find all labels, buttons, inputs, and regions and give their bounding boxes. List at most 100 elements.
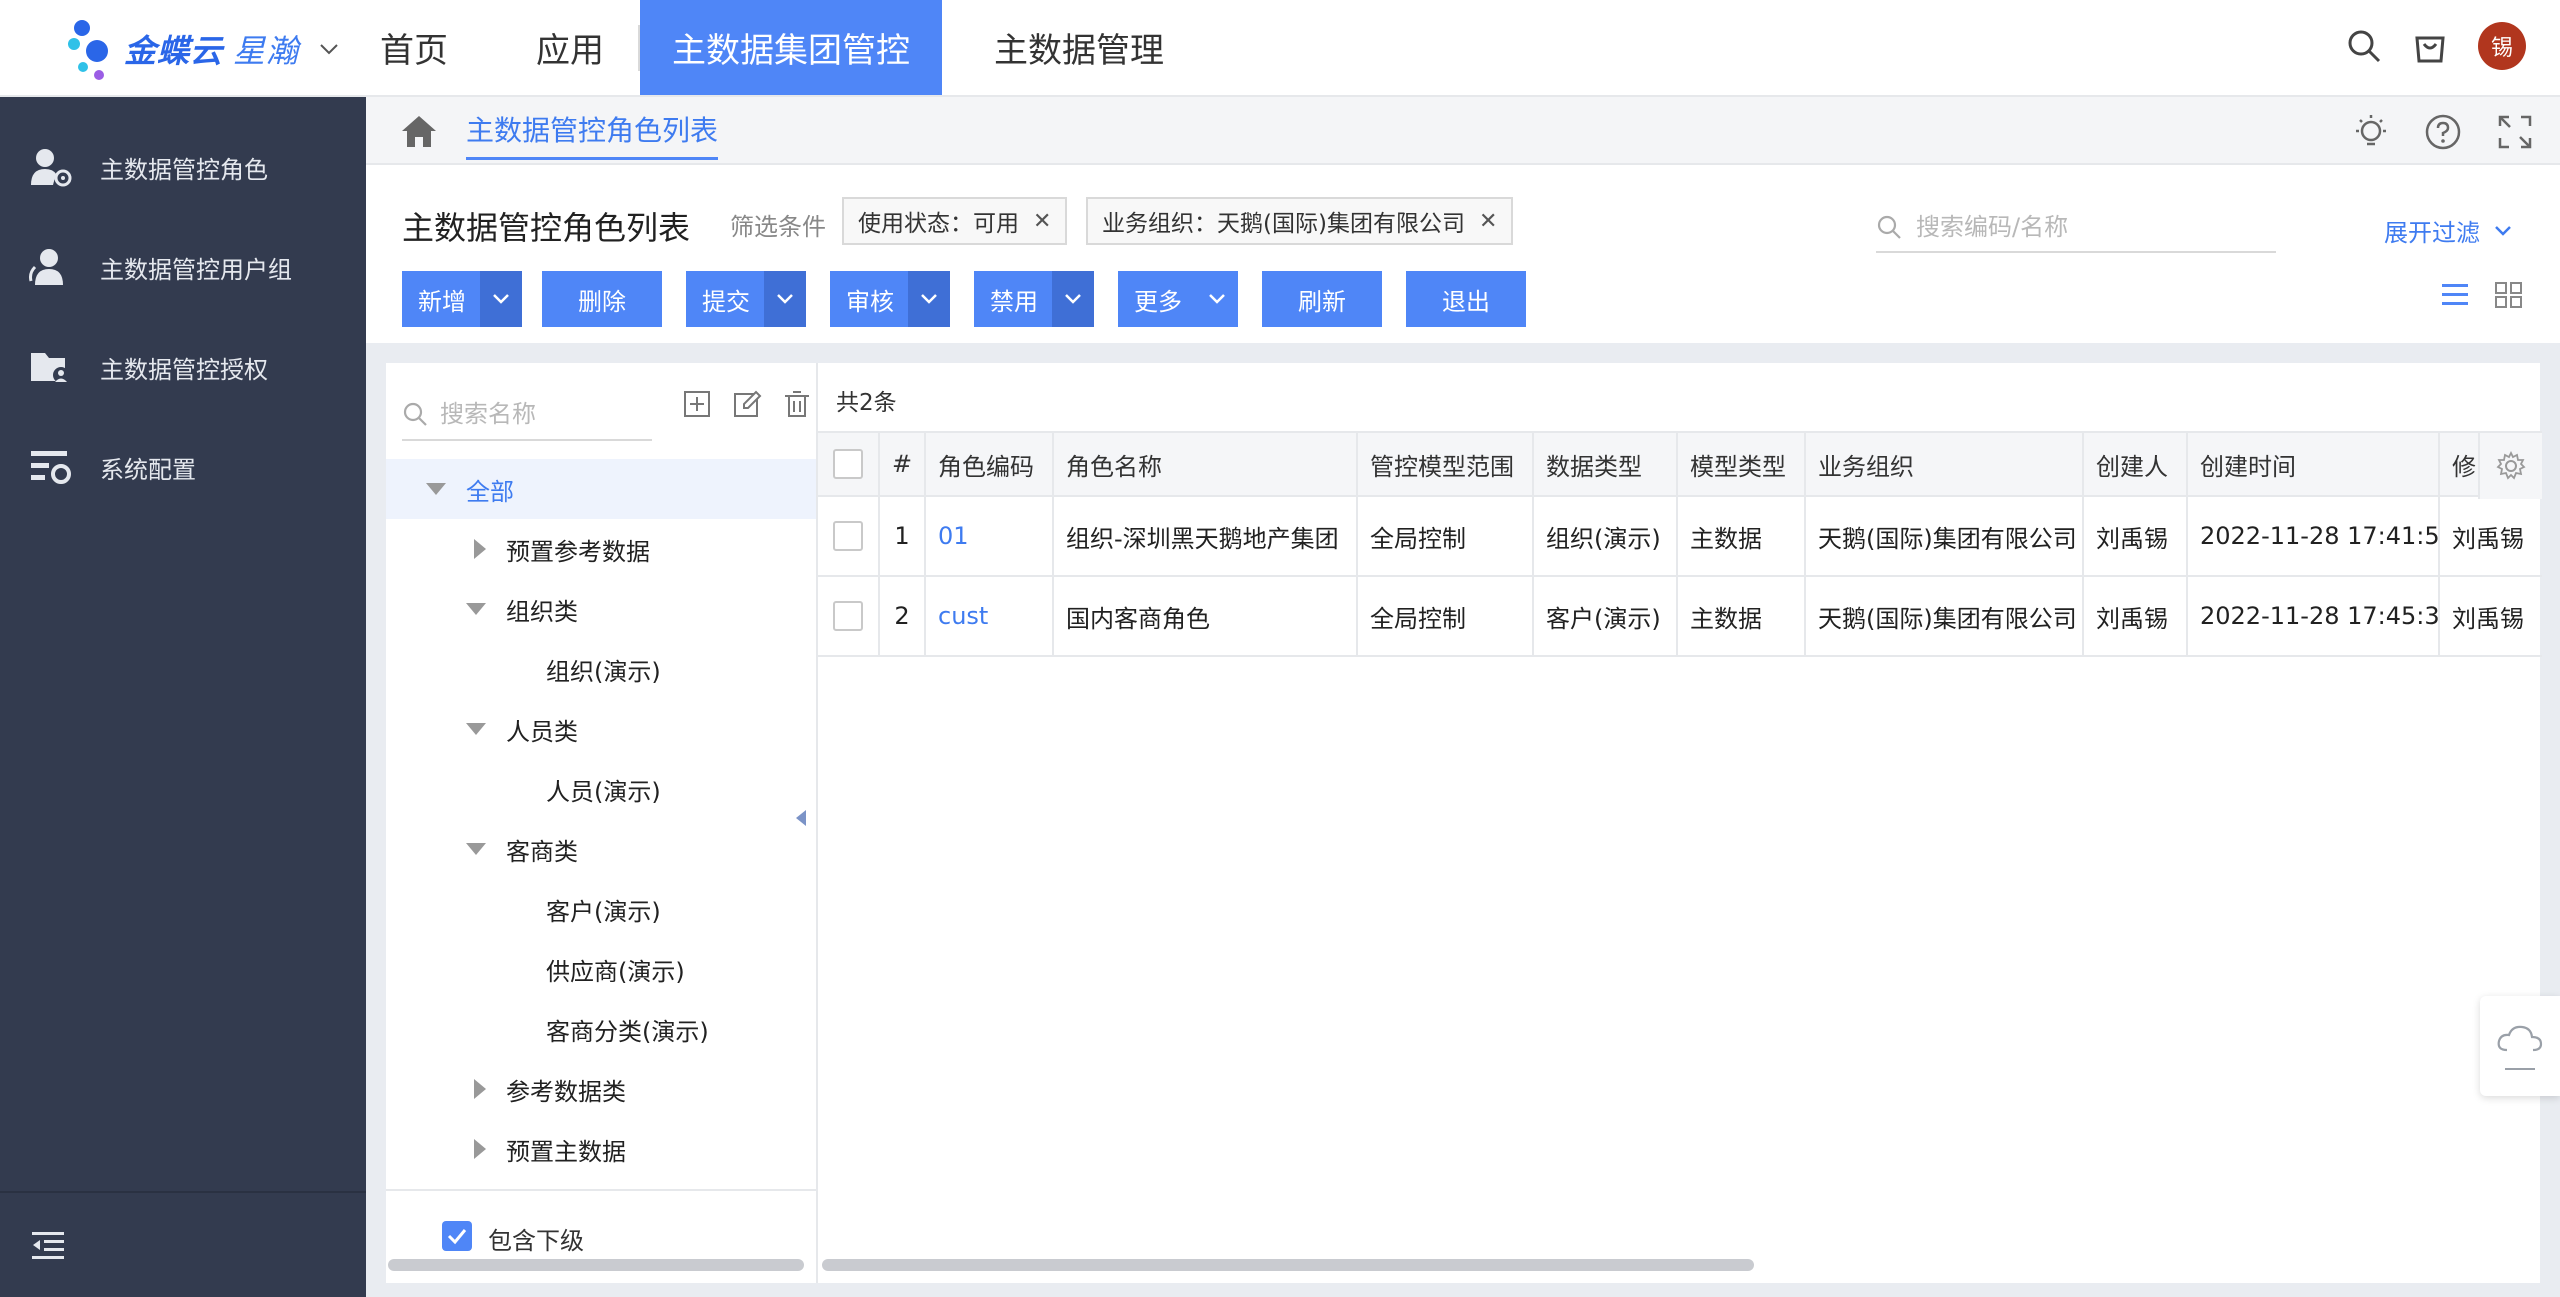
tree-node[interactable]: 客商类 <box>386 819 816 879</box>
grid-scrollbar[interactable] <box>822 1259 1754 1271</box>
caret-right-icon[interactable] <box>474 1139 486 1159</box>
sidebar-item-label: 主数据管控用户组 <box>100 255 292 284</box>
column-settings[interactable] <box>2478 433 2542 499</box>
filter-label: 筛选条件 <box>730 213 826 241</box>
search-input[interactable] <box>1916 213 2256 241</box>
add-button[interactable]: 新增 <box>402 271 522 327</box>
table-row[interactable]: 1 01 组织-深圳黑天鹅地产集团 全局控制 组织(演示) 主数据 天鹅(国际)… <box>818 497 2542 577</box>
nav-mdm-management[interactable]: 主数据管理 <box>974 0 1184 95</box>
refresh-button[interactable]: 刷新 <box>1262 271 1382 327</box>
column-header[interactable]: 管控模型范围 <box>1358 433 1534 495</box>
gear-icon[interactable] <box>2496 451 2526 481</box>
shopping-bag-icon[interactable] <box>2412 28 2448 64</box>
divider <box>2505 1068 2535 1070</box>
nav-home[interactable]: 首页 <box>360 0 468 95</box>
column-header[interactable]: 修 <box>2440 433 2478 495</box>
table-cell: 2022-11-28 17:41:50 <box>2188 497 2440 575</box>
sidebar-collapse-bar <box>0 1191 366 1297</box>
more-button[interactable]: 更多 <box>1118 271 1238 327</box>
tree-node[interactable]: 客商分类(演示) <box>386 999 816 1059</box>
column-header[interactable]: 数据类型 <box>1534 433 1678 495</box>
role-code-link[interactable]: cust <box>926 577 1054 655</box>
nav-mdm-group-control[interactable]: 主数据集团管控 <box>640 0 942 95</box>
row-checkbox[interactable] <box>833 521 863 551</box>
tree-scrollbar[interactable] <box>388 1259 804 1271</box>
fullscreen-icon[interactable] <box>2496 113 2534 151</box>
caret-right-icon[interactable] <box>474 1079 486 1099</box>
home-icon[interactable] <box>400 113 438 149</box>
lightbulb-icon[interactable] <box>2352 113 2390 151</box>
caret-down-icon[interactable] <box>426 483 446 495</box>
include-sub-checkbox[interactable] <box>442 1221 472 1251</box>
floating-cloud-tool[interactable] <box>2480 996 2560 1096</box>
tree-node[interactable]: 供应商(演示) <box>386 939 816 999</box>
caret-left-icon[interactable] <box>794 808 808 828</box>
select-all-checkbox[interactable] <box>833 449 863 479</box>
menu-collapse-icon[interactable] <box>30 1230 66 1260</box>
chevron-down-icon[interactable] <box>764 271 806 327</box>
tree-node[interactable]: 人员(演示) <box>386 759 816 819</box>
tree-node[interactable]: 客户(演示) <box>386 879 816 939</box>
grid-view-icon[interactable] <box>2494 281 2524 309</box>
filter-chip-org[interactable]: 业务组织：天鹅(国际)集团有限公司 ✕ <box>1086 197 1514 245</box>
tree-node-all[interactable]: 全部 <box>386 459 816 519</box>
column-header[interactable]: 角色名称 <box>1054 433 1358 495</box>
table-row[interactable]: 2 cust 国内客商角色 全局控制 客户(演示) 主数据 天鹅(国际)集团有限… <box>818 577 2542 657</box>
column-header[interactable]: 业务组织 <box>1806 433 2084 495</box>
column-header[interactable]: 创建人 <box>2084 433 2188 495</box>
tree-search-input[interactable] <box>440 400 640 428</box>
row-checkbox[interactable] <box>833 601 863 631</box>
tree-node[interactable]: 组织(演示) <box>386 639 816 699</box>
tree-node[interactable]: 人员类 <box>386 699 816 759</box>
close-icon[interactable]: ✕ <box>1033 209 1051 234</box>
user-gear-icon <box>28 144 74 190</box>
sidebar-item-user-groups[interactable]: 主数据管控用户组 <box>0 217 366 317</box>
column-header[interactable]: 创建时间 <box>2188 433 2440 495</box>
sidebar-item-authorization[interactable]: 主数据管控授权 <box>0 317 366 417</box>
submit-button[interactable]: 提交 <box>686 271 806 327</box>
sidebar-item-roles[interactable]: 主数据管控角色 <box>0 117 366 217</box>
search-icon[interactable] <box>2346 28 2382 64</box>
edit-icon[interactable] <box>732 389 762 419</box>
tree-node[interactable]: 预置参考数据 <box>386 519 816 579</box>
disable-button[interactable]: 禁用 <box>974 271 1094 327</box>
trash-icon[interactable] <box>782 389 812 419</box>
add-node-icon[interactable] <box>682 389 712 419</box>
audit-button[interactable]: 审核 <box>830 271 950 327</box>
tree-node[interactable]: 组织类 <box>386 579 816 639</box>
column-header[interactable]: 模型类型 <box>1678 433 1806 495</box>
chevron-down-icon[interactable] <box>1196 271 1238 327</box>
caret-down-icon[interactable] <box>466 723 486 735</box>
checkmark-icon <box>447 1229 467 1245</box>
avatar[interactable]: 锡 <box>2478 22 2526 70</box>
sidebar-item-system-config[interactable]: 系统配置 <box>0 417 366 517</box>
search-icon <box>1877 215 1901 239</box>
filter-chip-status[interactable]: 使用状态：可用 ✕ <box>842 197 1068 245</box>
brand-logo[interactable]: 金蝶云 星瀚 <box>64 14 339 84</box>
breadcrumb-tools <box>2352 113 2534 151</box>
role-code-link[interactable]: 01 <box>926 497 1054 575</box>
table-cell: 客户(演示) <box>1534 577 1678 655</box>
caret-down-icon[interactable] <box>466 843 486 855</box>
expand-filter-link[interactable]: 展开过滤 <box>2384 213 2512 248</box>
chevron-down-icon[interactable] <box>908 271 950 327</box>
nav-apps[interactable]: 应用 <box>516 0 624 95</box>
chevron-down-icon[interactable] <box>480 271 522 327</box>
caret-right-icon[interactable] <box>474 539 486 559</box>
help-icon[interactable] <box>2424 113 2462 151</box>
tree-node[interactable]: 参考数据类 <box>386 1059 816 1119</box>
caret-down-icon[interactable] <box>466 603 486 615</box>
chevron-down-icon[interactable] <box>319 42 339 56</box>
list-view-icon[interactable] <box>2440 281 2470 309</box>
chevron-down-icon[interactable] <box>1052 271 1094 327</box>
exit-button[interactable]: 退出 <box>1406 271 1526 327</box>
tree-node[interactable]: 预置主数据 <box>386 1119 816 1179</box>
filter-chip-label: 业务组织：天鹅(国际)集团有限公司 <box>1102 211 1465 237</box>
record-count: 共2条 <box>836 390 897 416</box>
table-cell: 刘禹锡 <box>2452 524 2524 553</box>
delete-button[interactable]: 删除 <box>542 271 662 327</box>
include-sub-label: 包含下级 <box>488 1227 584 1255</box>
close-icon[interactable]: ✕ <box>1479 209 1497 234</box>
tab-role-list[interactable]: 主数据管控角色列表 <box>466 109 719 160</box>
column-header[interactable]: 角色编码 <box>926 433 1054 495</box>
